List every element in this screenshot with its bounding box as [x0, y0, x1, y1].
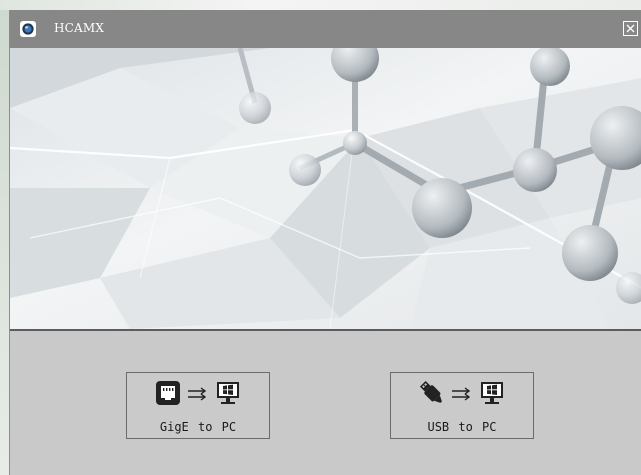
- desktop-edge: [0, 10, 9, 475]
- double-arrow-icon: [187, 386, 209, 405]
- close-icon: [625, 19, 636, 38]
- usb-to-pc-button[interactable]: USB to PC: [390, 372, 534, 439]
- app-globe-icon: [20, 21, 36, 37]
- double-arrow-icon: [451, 386, 473, 405]
- usb-plug-icon: [419, 380, 445, 410]
- app-window: HCAMX GigE to PC USB to PC: [9, 10, 641, 475]
- gige-to-pc-label: GigE to PC: [159, 420, 237, 434]
- title-bar[interactable]: HCAMX: [10, 10, 641, 48]
- molecule-banner-graphic: [10, 48, 641, 329]
- window-title: HCAMX: [54, 21, 105, 35]
- windows-pc-icon: [215, 380, 241, 410]
- gige-to-pc-button[interactable]: GigE to PC: [126, 372, 270, 439]
- ethernet-port-icon: [155, 380, 181, 410]
- mode-selection-panel: GigE to PC USB to PC: [10, 331, 641, 475]
- windows-pc-icon: [479, 380, 505, 410]
- desktop-backdrop: [0, 0, 641, 10]
- close-button[interactable]: [623, 21, 638, 36]
- usb-to-pc-label: USB to PC: [427, 420, 497, 434]
